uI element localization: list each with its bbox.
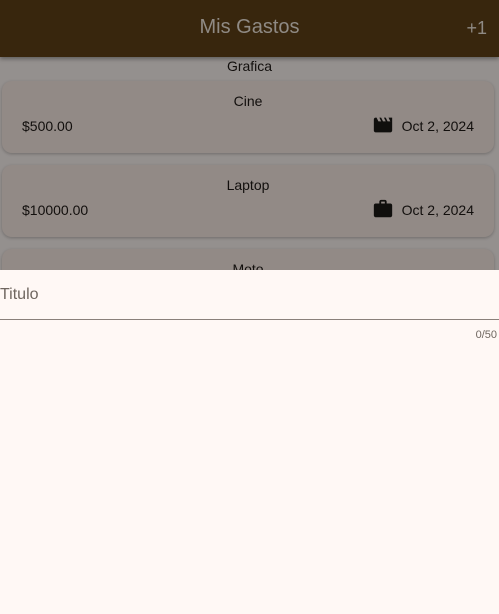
app-title: Mis Gastos — [199, 16, 300, 38]
app-bar: Mis Gastos +1 — [0, 0, 499, 57]
modal-scrim[interactable] — [0, 57, 499, 270]
character-counter: 0/50 — [475, 329, 497, 341]
add-expense-button[interactable]: +1 — [466, 18, 487, 39]
new-expense-sheet: 0/50 — [0, 270, 499, 614]
title-input[interactable] — [0, 270, 499, 320]
